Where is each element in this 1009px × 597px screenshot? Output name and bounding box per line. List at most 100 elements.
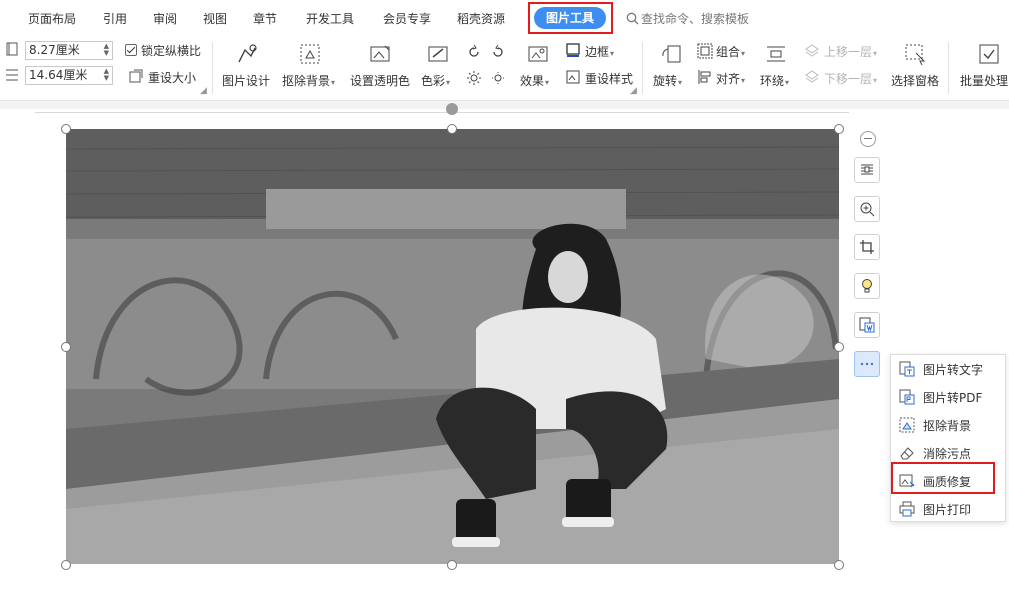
tab-developer[interactable]: 开发工具 xyxy=(306,10,354,27)
menu-item-image-to-pdf[interactable]: 图片转PDF xyxy=(891,384,1005,410)
resize-handle-top[interactable] xyxy=(447,124,457,134)
separator xyxy=(642,42,643,94)
bring-forward-icon xyxy=(805,44,819,57)
wrap-button[interactable]: 环绕▾ xyxy=(760,72,789,89)
rotate-icon xyxy=(662,45,681,63)
reset-style-button[interactable]: 重设样式 xyxy=(585,70,633,87)
printer-icon xyxy=(899,501,915,517)
remove-background-button[interactable]: 抠除背景▾ xyxy=(282,72,335,89)
border-button[interactable]: 边框▾ xyxy=(585,43,614,60)
width-icon xyxy=(6,42,18,56)
lock-ratio-label: 锁定纵横比 xyxy=(141,44,202,58)
color-icon xyxy=(428,46,448,62)
resize-handle-bottom-right[interactable] xyxy=(834,560,844,570)
batch-process-button[interactable]: 批量处理 xyxy=(960,72,1008,89)
ribbon: 8.27厘米 ▲ ▼ 14.64厘米 ▲ ▼ 锁定纵横比 重设大小 图片设计 抠除背… xyxy=(0,36,1009,100)
image-to-pdf-icon xyxy=(899,389,915,405)
image-to-text-icon xyxy=(899,361,915,377)
image-to-word-icon xyxy=(859,317,875,333)
border-icon xyxy=(566,43,580,57)
resize-handle-bottom-left[interactable] xyxy=(61,560,71,570)
layout-icon xyxy=(861,164,873,175)
menu-item-print-image[interactable]: 图片打印 xyxy=(891,496,1005,522)
tab-view[interactable]: 视图 xyxy=(203,10,227,27)
width-value: 8.27厘米 xyxy=(29,43,80,57)
more-icon xyxy=(860,362,874,366)
rotate-button[interactable]: 旋转▾ xyxy=(653,72,682,89)
rotate-right-icon[interactable] xyxy=(490,44,506,60)
height-field[interactable]: 14.64厘米 ▲ ▼ xyxy=(25,66,113,85)
zoom-in-icon xyxy=(860,202,875,217)
picture-design-icon xyxy=(238,44,257,63)
ribbon-shadow xyxy=(0,100,1009,109)
crop-button[interactable] xyxy=(854,234,880,260)
width-field[interactable]: 8.27厘米 ▲ ▼ xyxy=(25,41,113,60)
reset-style-icon xyxy=(566,70,580,84)
search-placeholder: 查找命令、搜索模板 xyxy=(641,12,750,26)
photo-woman-crouching-by-graffiti-wall xyxy=(66,129,839,564)
eraser-icon xyxy=(900,447,914,460)
selected-picture[interactable] xyxy=(66,129,839,564)
resize-handle-left[interactable] xyxy=(61,342,71,352)
brightness-down-icon[interactable] xyxy=(490,70,506,86)
group-icon xyxy=(697,43,713,59)
tab-member[interactable]: 会员专享 xyxy=(383,10,431,27)
send-backward-icon xyxy=(805,70,819,83)
align-button[interactable]: 对齐▾ xyxy=(716,70,745,87)
remove-background-icon xyxy=(899,417,915,433)
set-transparent-button[interactable]: 设置透明色 xyxy=(350,72,410,89)
selection-pane-button[interactable]: 选择窗格 xyxy=(891,72,939,89)
resize-handle-right[interactable] xyxy=(834,342,844,352)
height-spinner[interactable]: ▲ ▼ xyxy=(104,68,109,82)
wrap-icon xyxy=(767,46,785,62)
size-dialog-launcher[interactable]: ◢ xyxy=(200,86,207,96)
zoom-out-icon[interactable] xyxy=(860,131,876,147)
highlight-box-quality-repair xyxy=(891,462,995,494)
resize-handle-top-right[interactable] xyxy=(834,124,844,134)
reset-size-button[interactable]: 重设大小 xyxy=(148,69,196,86)
menu-bar: 页面布局 引用 审阅 视图 章节 开发工具 会员专享 稻壳资源 图片工具 查找命… xyxy=(0,0,1009,36)
resize-handle-top-left[interactable] xyxy=(61,124,71,134)
width-spinner[interactable]: ▲ ▼ xyxy=(104,43,109,57)
more-button[interactable] xyxy=(854,351,880,377)
tab-chapter[interactable]: 章节 xyxy=(253,10,277,27)
remove-background-icon xyxy=(300,44,320,64)
separator xyxy=(212,42,213,94)
menu-item-remove-background[interactable]: 抠除背景 xyxy=(891,412,1005,438)
tab-review[interactable]: 审阅 xyxy=(153,10,177,27)
reset-size-icon xyxy=(129,69,143,83)
effects-icon xyxy=(528,46,548,62)
picture-design-button[interactable]: 图片设计 xyxy=(222,72,270,89)
search-icon xyxy=(626,12,639,25)
tab-docer-resources[interactable]: 稻壳资源 xyxy=(457,10,505,27)
batch-process-icon xyxy=(979,44,999,64)
lock-ratio-checkbox[interactable] xyxy=(125,44,137,56)
group-button[interactable]: 组合▾ xyxy=(716,43,745,60)
selection-pane-icon xyxy=(905,44,926,66)
separator xyxy=(948,42,949,94)
color-button[interactable]: 色彩▾ xyxy=(421,72,450,89)
idea-icon xyxy=(862,279,872,293)
brightness-up-icon[interactable] xyxy=(466,70,482,86)
bring-forward-button[interactable]: 上移一层▾ xyxy=(824,43,877,60)
tab-references[interactable]: 引用 xyxy=(103,10,127,27)
idea-button[interactable] xyxy=(854,273,880,299)
align-icon xyxy=(698,70,711,84)
more-menu: 图片转文字 图片转PDF 抠除背景 消除污点 画质修复 图片打印 xyxy=(890,354,1006,522)
search-box[interactable]: 查找命令、搜索模板 xyxy=(626,10,749,27)
crop-icon xyxy=(860,240,874,254)
highlight-box-picture-tools xyxy=(528,2,613,34)
resize-handle-bottom[interactable] xyxy=(447,560,457,570)
height-icon xyxy=(6,69,18,81)
rotate-left-icon[interactable] xyxy=(466,44,482,60)
image-to-word-button[interactable] xyxy=(854,312,880,338)
menu-item-image-to-text[interactable]: 图片转文字 xyxy=(891,356,1005,382)
send-backward-button[interactable]: 下移一层▾ xyxy=(824,70,877,87)
effects-button[interactable]: 效果▾ xyxy=(520,72,549,89)
rotation-handle[interactable] xyxy=(446,103,458,115)
style-dialog-launcher[interactable]: ◢ xyxy=(630,86,637,96)
tab-page-layout[interactable]: 页面布局 xyxy=(28,10,76,27)
layout-options-button[interactable] xyxy=(854,157,880,183)
zoom-in-button[interactable] xyxy=(854,196,880,222)
transparent-color-icon xyxy=(370,45,390,62)
